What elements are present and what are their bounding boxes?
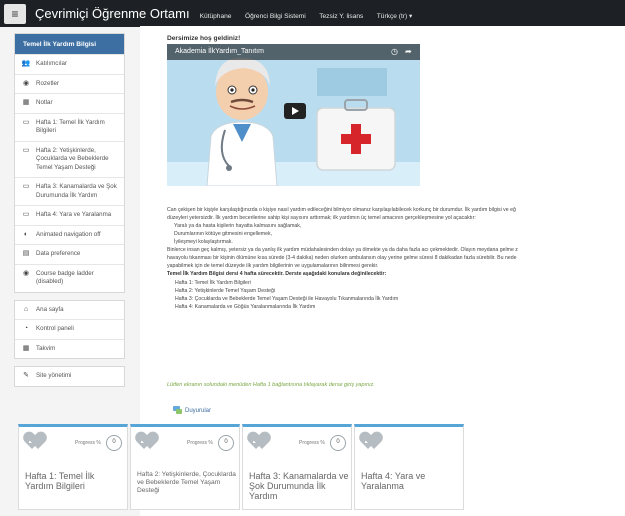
folder-icon: ▭ — [22, 118, 30, 126]
site-brand[interactable]: Çevrimiçi Öğrenme Ortamı — [35, 6, 190, 21]
sidebar-item-label: Notlar — [36, 99, 53, 106]
heartbeat-icon — [251, 433, 273, 451]
paragraph: Can çekişen bir kişiyle karşılaştığınızd… — [167, 207, 516, 213]
heartbeat-icon — [139, 433, 161, 451]
badge-icon: ◉ — [22, 269, 30, 277]
folder-icon: ▭ — [22, 183, 30, 190]
progress-circle: 0 — [218, 435, 234, 451]
sidebar-item-badges[interactable]: ◉ Rozetler — [15, 73, 124, 94]
sidebar-item-label: Site yönetimi — [36, 372, 72, 379]
nav-student-system[interactable]: Öğrenci Bilgi Sistemi — [245, 13, 306, 20]
aim-item: Yaralı ya da hasta kişilerin hayatta kal… — [174, 223, 302, 229]
grades-icon: ▦ — [22, 99, 30, 106]
heartbeat-icon — [363, 433, 385, 451]
forum-icon — [173, 406, 182, 415]
sidebar-item-calendar[interactable]: ▦ Takvim — [15, 338, 124, 359]
hamburger-icon[interactable]: ≡ — [4, 3, 26, 24]
sidebar-item-grades[interactable]: ▦ Notlar — [15, 93, 124, 113]
week-item: Hafta 2: Yetişkinlerde Temel Yaşam Deste… — [175, 288, 276, 294]
nav-program[interactable]: Tezsiz Y. lisans — [319, 13, 363, 20]
section-card-title: Hafta 4: Yara ve Yaralanma — [361, 471, 426, 491]
section-card-title: Hafta 2: Yetişkinlerde, Çocuklarda ve Be… — [137, 471, 236, 494]
forum-link[interactable]: Duyurular — [173, 406, 211, 415]
wrench-icon: ✎ — [23, 372, 29, 379]
nav-library[interactable]: Kütüphane — [200, 13, 232, 20]
sidebar-item-week1[interactable]: ▭ Hafta 1: Temel İlk Yardım Bilgileri — [15, 112, 124, 141]
nav-language[interactable]: Türkçe (tr) ▾ — [377, 13, 413, 20]
top-navbar: ≡ Çevrimiçi Öğrenme Ortamı Kütüphane Öğr… — [0, 0, 625, 27]
course-description: Can çekişen bir kişiyle karşılaştığınızd… — [167, 206, 625, 311]
sidebar-item-label: Kontrol paneli — [36, 325, 74, 332]
dashboard-icon: ◔ — [23, 325, 29, 332]
forum-label: Duyurular — [185, 407, 212, 414]
calendar-icon: ▦ — [22, 344, 30, 352]
sidebar-item-data-preference[interactable]: ▤ Data preference — [15, 244, 124, 264]
sidebar-course-title[interactable]: Temel İlk Yardım Bilgisi — [15, 34, 124, 54]
section-cards: Progress % 0 Hafta 1: Temel İlk Yardım B… — [18, 424, 466, 510]
sidebar-item-label: Hafta 1: Temel İlk Yardım Bilgileri — [36, 118, 105, 135]
welcome-heading: Dersimize hoş geldiniz! — [167, 35, 241, 42]
sidebar-item-week4[interactable]: ▭ Hafta 4: Yara ve Yaralanma — [15, 205, 124, 225]
progress-label: Progress % — [187, 440, 213, 446]
aim-item: Durumlarının kötüye gitmesini engellemek… — [174, 231, 273, 237]
paragraph: düzeyleri yetersizdir. İlk yardım beceri… — [167, 215, 476, 221]
sidebar-item-label: Katılımcılar — [36, 60, 67, 67]
sidebar-item-participants[interactable]: 👥 Katılımcılar — [15, 54, 124, 74]
progress-label: Progress % — [299, 440, 325, 446]
sidebar-item-label: Hafta 2: Yetişkinlerde, Çocuklarda ve Be… — [36, 146, 109, 171]
play-icon[interactable] — [284, 103, 306, 119]
badge-icon: ◉ — [22, 79, 30, 87]
sidebar-site-group: ⌂ Ana sayfa ◔ Kontrol paneli ▦ Takvim — [14, 299, 125, 359]
share-icon[interactable]: ➦ — [405, 47, 412, 56]
sidebar-item-label: Ana sayfa — [36, 305, 64, 313]
sidebar-item-label: Animated navigation off — [36, 230, 101, 238]
video-title[interactable]: Akademia İlkYardım_Tanıtım — [175, 48, 264, 55]
sidebar-item-animated-nav[interactable]: ◐ Animated navigation off — [15, 224, 124, 245]
section-card-title: Hafta 3: Kanamalarda ve Şok Durumunda İl… — [249, 471, 349, 501]
section-card-title: Hafta 1: Temel İlk Yardım Bilgileri — [25, 471, 95, 491]
section-card-week4[interactable]: Hafta 4: Yara ve Yaralanma — [354, 424, 464, 510]
week-item: Hafta 4: Kanamalarda ve Göğüs Yaralanmal… — [175, 304, 316, 310]
week-item: Hafta 1: Temel İlk Yardım Bilgileri — [175, 280, 251, 286]
data-icon: ▤ — [22, 250, 30, 257]
folder-icon: ▭ — [22, 146, 30, 154]
aim-item: İyileşmeyi kolaylaştırmak. — [174, 239, 233, 245]
instruction-note: Lütfen ekranın solundaki menüden Hafta 1… — [167, 382, 375, 388]
video-player[interactable]: Akademia İlkYardım_Tanıtım ◷ ➦ — [167, 44, 420, 186]
toggle-icon: ◐ — [23, 230, 29, 238]
section-card-week1[interactable]: Progress % 0 Hafta 1: Temel İlk Yardım B… — [18, 424, 128, 510]
sidebar-item-label: Data preference — [36, 250, 81, 257]
sidebar: Temel İlk Yardım Bilgisi 👥 Katılımcılar ◉… — [14, 33, 125, 394]
progress-circle: 0 — [330, 435, 346, 451]
sidebar-item-week2[interactable]: ▭ Hafta 2: Yetişkinlerde, Çocuklarda ve B… — [15, 140, 124, 178]
progress-label: Progress % — [75, 440, 101, 446]
week-item: Hafta 3: Çocuklarda ve Bebeklerde Temel … — [175, 296, 399, 302]
sidebar-item-label: Course badge ladder (disabled) — [36, 269, 94, 286]
heartbeat-icon — [27, 433, 49, 451]
sidebar-course-group: Temel İlk Yardım Bilgisi 👥 Katılımcılar ◉… — [14, 33, 125, 293]
sidebar-item-site-admin[interactable]: ✎ Site yönetimi — [15, 367, 124, 386]
section-card-week3[interactable]: Progress % 0 Hafta 3: Kanamalarda ve Şok… — [242, 424, 352, 510]
sidebar-item-badge-ladder[interactable]: ◉ Course badge ladder (disabled) — [15, 263, 124, 292]
sidebar-item-week3[interactable]: ▭ Hafta 3: Kanamalarda ve Şok Durumunda İ… — [15, 177, 124, 205]
home-icon: ⌂ — [23, 305, 29, 313]
paragraph: Binlerce insan geç kalmış, yetersiz ya d… — [167, 247, 518, 253]
course-summary-line: Temel İlk Yardım Bilgisi dersi 4 hafta s… — [167, 271, 387, 277]
sidebar-item-label: Rozetler — [36, 79, 60, 87]
folder-icon: ▭ — [22, 211, 30, 218]
sidebar-item-label: Takvim — [36, 344, 56, 352]
top-nav: Kütüphane Öğrenci Bilgi Sistemi Tezsiz Y… — [200, 5, 422, 23]
sidebar-item-dashboard[interactable]: ◔ Kontrol paneli — [15, 319, 124, 339]
paragraph: havayolu tıkanması bir kişinin ölümüne k… — [167, 255, 517, 261]
clock-icon[interactable]: ◷ — [391, 47, 398, 56]
paragraph: yapabilmek için de temel düzeyde ilk yar… — [167, 263, 379, 269]
progress-circle: 0 — [106, 435, 122, 451]
users-icon: 👥 — [21, 60, 31, 67]
section-card-week2[interactable]: Progress % 0 Hafta 2: Yetişkinlerde, Çoc… — [130, 424, 240, 510]
sidebar-item-home[interactable]: ⌂ Ana sayfa — [15, 301, 124, 320]
sidebar-admin-group: ✎ Site yönetimi — [14, 366, 125, 387]
sidebar-item-label: Hafta 4: Yara ve Yaralanma — [36, 211, 112, 218]
week-list: Hafta 1: Temel İlk Yardım Bilgileri Haft… — [167, 279, 625, 311]
sidebar-item-label: Hafta 3: Kanamalarda ve Şok Durumunda İl… — [36, 183, 117, 199]
